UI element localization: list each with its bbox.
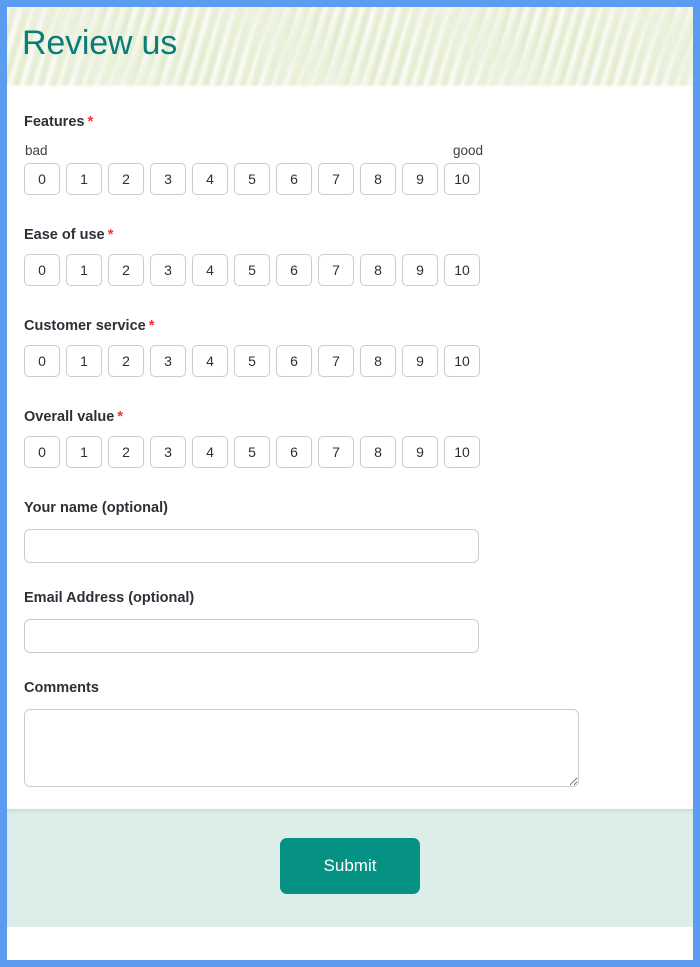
- scale-low-label: bad: [25, 143, 48, 158]
- rating-label-overall-value: Overall value *: [24, 408, 676, 426]
- rating-option-3[interactable]: 3: [150, 345, 186, 377]
- rating-option-4[interactable]: 4: [192, 163, 228, 195]
- submit-button[interactable]: Submit: [280, 838, 420, 894]
- rating-question-overall-value: Overall value * 0 1 2 3 4 5 6 7 8 9 10: [24, 408, 676, 468]
- rating-option-4[interactable]: 4: [192, 436, 228, 468]
- rating-options-ease-of-use: 0 1 2 3 4 5 6 7 8 9 10: [24, 254, 676, 286]
- rating-question-ease-of-use: Ease of use * 0 1 2 3 4 5 6 7 8 9 10: [24, 226, 676, 286]
- rating-option-6[interactable]: 6: [276, 254, 312, 286]
- rating-option-0[interactable]: 0: [24, 345, 60, 377]
- comments-textarea[interactable]: [24, 709, 579, 787]
- rating-option-10[interactable]: 10: [444, 345, 480, 377]
- scale-endpoints-features: bad good: [25, 143, 483, 159]
- name-field-group: Your name (optional): [24, 499, 676, 563]
- rating-question-customer-service: Customer service * 0 1 2 3 4 5 6 7 8 9 10: [24, 317, 676, 377]
- rating-label-features: Features *: [24, 113, 676, 131]
- rating-option-1[interactable]: 1: [66, 436, 102, 468]
- rating-option-3[interactable]: 3: [150, 254, 186, 286]
- rating-option-6[interactable]: 6: [276, 345, 312, 377]
- rating-option-6[interactable]: 6: [276, 436, 312, 468]
- scale-high-label: good: [452, 143, 483, 158]
- rating-option-8[interactable]: 8: [360, 163, 396, 195]
- rating-option-0[interactable]: 0: [24, 254, 60, 286]
- required-asterisk: *: [148, 317, 155, 334]
- rating-option-2[interactable]: 2: [108, 345, 144, 377]
- rating-option-2[interactable]: 2: [108, 436, 144, 468]
- rating-option-0[interactable]: 0: [24, 436, 60, 468]
- email-field-label: Email Address (optional): [24, 590, 195, 606]
- rating-option-8[interactable]: 8: [360, 254, 396, 286]
- rating-option-3[interactable]: 3: [150, 436, 186, 468]
- form-header-banner: Review us: [7, 7, 693, 87]
- rating-option-6[interactable]: 6: [276, 163, 312, 195]
- rating-option-7[interactable]: 7: [318, 254, 354, 286]
- rating-label-ease-of-use-text: Ease of use: [24, 227, 105, 243]
- rating-option-5[interactable]: 5: [234, 345, 270, 377]
- rating-label-overall-value-text: Overall value: [24, 409, 115, 425]
- required-asterisk: *: [87, 113, 94, 130]
- rating-options-overall-value: 0 1 2 3 4 5 6 7 8 9 10: [24, 436, 676, 468]
- rating-option-4[interactable]: 4: [192, 254, 228, 286]
- form-footer: Submit: [7, 809, 693, 927]
- required-asterisk: *: [107, 226, 114, 243]
- rating-option-9[interactable]: 9: [402, 254, 438, 286]
- review-form-frame: Review us Features * bad good 0 1 2 3 4 5…: [0, 0, 700, 967]
- rating-option-10[interactable]: 10: [444, 254, 480, 286]
- rating-option-8[interactable]: 8: [360, 345, 396, 377]
- rating-option-3[interactable]: 3: [150, 163, 186, 195]
- name-field-label: Your name (optional): [24, 500, 168, 516]
- rating-label-ease-of-use: Ease of use *: [24, 226, 676, 244]
- email-input[interactable]: [24, 619, 479, 653]
- rating-option-4[interactable]: 4: [192, 345, 228, 377]
- comments-field-label: Comments: [24, 680, 99, 696]
- rating-options-features: 0 1 2 3 4 5 6 7 8 9 10: [24, 163, 676, 195]
- page-title: Review us: [22, 24, 178, 62]
- rating-option-7[interactable]: 7: [318, 436, 354, 468]
- name-input[interactable]: [24, 529, 479, 563]
- rating-question-features: Features * bad good 0 1 2 3 4 5 6 7 8 9 1…: [24, 113, 676, 195]
- rating-option-8[interactable]: 8: [360, 436, 396, 468]
- rating-option-2[interactable]: 2: [108, 163, 144, 195]
- rating-option-1[interactable]: 1: [66, 254, 102, 286]
- rating-option-9[interactable]: 9: [402, 436, 438, 468]
- rating-option-5[interactable]: 5: [234, 254, 270, 286]
- rating-option-0[interactable]: 0: [24, 163, 60, 195]
- required-asterisk: *: [117, 408, 124, 425]
- rating-option-5[interactable]: 5: [234, 163, 270, 195]
- rating-option-2[interactable]: 2: [108, 254, 144, 286]
- comments-field-group: Comments: [24, 679, 676, 787]
- rating-option-7[interactable]: 7: [318, 345, 354, 377]
- rating-label-customer-service-text: Customer service: [24, 318, 146, 334]
- rating-options-customer-service: 0 1 2 3 4 5 6 7 8 9 10: [24, 345, 676, 377]
- rating-option-1[interactable]: 1: [66, 163, 102, 195]
- rating-label-customer-service: Customer service *: [24, 317, 676, 335]
- rating-option-10[interactable]: 10: [444, 163, 480, 195]
- rating-option-7[interactable]: 7: [318, 163, 354, 195]
- rating-option-1[interactable]: 1: [66, 345, 102, 377]
- rating-option-9[interactable]: 9: [402, 163, 438, 195]
- rating-label-features-text: Features: [24, 114, 85, 130]
- rating-option-5[interactable]: 5: [234, 436, 270, 468]
- form-content: Features * bad good 0 1 2 3 4 5 6 7 8 9 1…: [7, 87, 693, 809]
- email-field-group: Email Address (optional): [24, 589, 676, 653]
- rating-option-9[interactable]: 9: [402, 345, 438, 377]
- rating-option-10[interactable]: 10: [444, 436, 480, 468]
